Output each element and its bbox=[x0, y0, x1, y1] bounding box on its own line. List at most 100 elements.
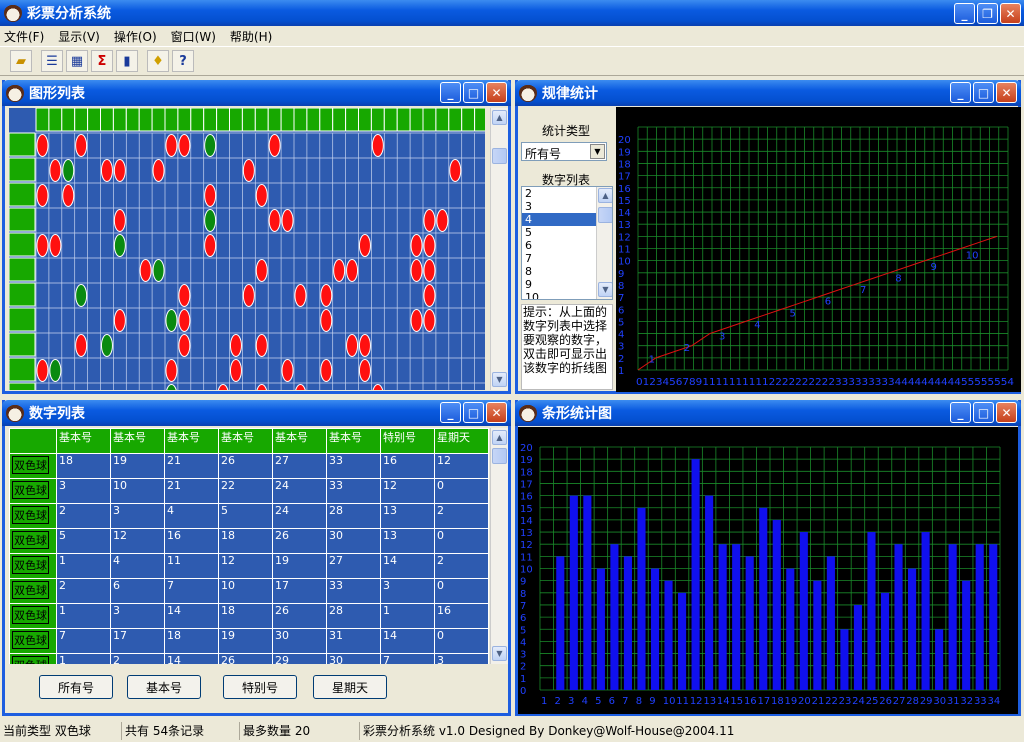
menu-file[interactable]: 文件(F) bbox=[4, 28, 44, 45]
restore-button[interactable]: ❐ bbox=[977, 3, 998, 24]
close-button[interactable]: ✕ bbox=[486, 402, 507, 423]
x-tick-label: 3 bbox=[568, 696, 574, 707]
chevron-down-icon[interactable]: ▼ bbox=[590, 144, 605, 159]
scroll-down-button[interactable]: ▼ bbox=[492, 646, 507, 661]
list-item[interactable]: 7 bbox=[522, 252, 596, 265]
minimize-button[interactable]: _ bbox=[954, 3, 975, 24]
graph-list-titlebar[interactable]: 图形列表 _ □ ✕ bbox=[2, 80, 511, 106]
minimize-button[interactable]: _ bbox=[440, 402, 461, 423]
maximize-button[interactable]: □ bbox=[973, 82, 994, 103]
table-cell: 24 bbox=[272, 503, 327, 529]
header-cell bbox=[474, 108, 485, 132]
menu-view[interactable]: 显示(V) bbox=[58, 28, 100, 45]
table-cell: 26 bbox=[218, 653, 273, 664]
red-ball bbox=[75, 334, 88, 357]
y-tick-label: 2 bbox=[618, 354, 624, 365]
table-row[interactable]: 双色球 121426293073 bbox=[9, 653, 489, 664]
scroll-up-button[interactable]: ▲ bbox=[598, 188, 612, 203]
x-tick-label: 20 bbox=[798, 696, 811, 707]
bar bbox=[732, 544, 741, 690]
number-list-titlebar[interactable]: 数字列表 _ □ ✕ bbox=[2, 400, 511, 426]
menu-help[interactable]: 帮助(H) bbox=[230, 28, 272, 45]
list-item[interactable]: 5 bbox=[522, 226, 596, 239]
menu-action[interactable]: 操作(O) bbox=[114, 28, 157, 45]
scroll-down-button[interactable]: ▼ bbox=[492, 372, 507, 387]
table-cell: 13 bbox=[380, 503, 435, 529]
table-cell: 19 bbox=[110, 453, 165, 479]
bar-chart-icon[interactable]: ▮ bbox=[116, 50, 138, 72]
list-item[interactable]: 4 bbox=[522, 213, 596, 226]
close-button[interactable]: ✕ bbox=[996, 402, 1017, 423]
list-item[interactable]: 6 bbox=[522, 239, 596, 252]
table-cell: 17 bbox=[110, 628, 165, 654]
maximize-button[interactable]: □ bbox=[973, 402, 994, 423]
sunday-button[interactable]: 星期天 bbox=[313, 675, 387, 699]
help-pointer-icon[interactable]: ? bbox=[172, 50, 194, 72]
table-row[interactable]: 双色球 1 3 14 18 26 28 1 16 bbox=[9, 603, 489, 629]
scroll-up-button[interactable]: ▲ bbox=[492, 430, 507, 445]
table-row[interactable]: 双色球 5 12 16 18 26 30 13 0 bbox=[9, 528, 489, 554]
table-row[interactable]: 双色球 2 3 4 5 24 28 13 2 bbox=[9, 503, 489, 529]
minimize-button[interactable]: _ bbox=[950, 402, 971, 423]
list-scrollbar[interactable]: ▲ ▼ bbox=[596, 187, 612, 299]
menu-window[interactable]: 窗口(W) bbox=[171, 28, 216, 45]
y-tick-label: 13 bbox=[520, 528, 533, 539]
minimize-button[interactable]: _ bbox=[950, 82, 971, 103]
list-item[interactable]: 8 bbox=[522, 265, 596, 278]
list-item[interactable]: 9 bbox=[522, 278, 596, 291]
green-ball bbox=[165, 309, 178, 332]
list-item[interactable]: 2 bbox=[522, 187, 596, 200]
list-item[interactable]: 3 bbox=[522, 200, 596, 213]
close-button[interactable]: ✕ bbox=[486, 82, 507, 103]
red-ball bbox=[36, 134, 49, 157]
rule-stats-titlebar[interactable]: 规律统计 _ □ ✕ bbox=[515, 80, 1021, 106]
row-label: 双色球 bbox=[12, 656, 49, 664]
maximize-button[interactable]: □ bbox=[463, 402, 484, 423]
close-button[interactable]: ✕ bbox=[996, 82, 1017, 103]
green-ball bbox=[75, 284, 88, 307]
table-row[interactable]: 双色球 7 17 18 19 30 31 14 0 bbox=[9, 628, 489, 654]
special-number-button[interactable]: 特别号 bbox=[223, 675, 297, 699]
table-row[interactable]: 双色球 3 10 21 22 24 33 12 0 bbox=[9, 478, 489, 504]
scroll-down-button[interactable]: ▼ bbox=[598, 282, 612, 297]
column-header: 基本号 bbox=[56, 428, 111, 454]
close-button[interactable]: ✕ bbox=[1000, 3, 1021, 24]
grid-view-icon[interactable]: ▦ bbox=[66, 50, 88, 72]
list-view-icon[interactable]: ☰ bbox=[41, 50, 63, 72]
x-tick-label: 5 bbox=[595, 696, 601, 707]
bar bbox=[948, 544, 957, 690]
table-cell: 14 bbox=[380, 553, 435, 579]
bar bbox=[596, 568, 605, 690]
scroll-thumb[interactable] bbox=[598, 207, 612, 223]
y-tick-label: 6 bbox=[618, 305, 624, 316]
all-numbers-button[interactable]: 所有号 bbox=[39, 675, 113, 699]
number-list[interactable]: 2 3 4 5 6 7 8 9 10 ▲ ▼ bbox=[521, 186, 613, 300]
scroll-up-button[interactable]: ▲ bbox=[492, 110, 507, 125]
number-table[interactable]: 基本号 基本号 基本号 基本号 基本号 基本号 特别号 星期天 双色球 18 19 21 26 27 33 1… bbox=[9, 428, 489, 664]
table-row[interactable]: 双色球 2 6 7 10 17 33 3 0 bbox=[9, 578, 489, 604]
minimize-button[interactable]: _ bbox=[440, 82, 461, 103]
sum-icon[interactable]: Σ bbox=[91, 50, 113, 72]
vertical-scrollbar[interactable]: ▲ ▼ bbox=[490, 428, 508, 664]
bar bbox=[880, 592, 890, 690]
bar bbox=[623, 556, 632, 690]
table-row[interactable]: 双色球 18 19 21 26 27 33 16 12 bbox=[9, 453, 489, 479]
header-cell bbox=[112, 108, 127, 132]
table-cell: 26 bbox=[272, 603, 327, 629]
maximize-button[interactable]: □ bbox=[463, 82, 484, 103]
table-row[interactable]: 双色球 1 4 11 12 19 27 14 2 bbox=[9, 553, 489, 579]
stat-type-select[interactable]: 所有号 ▼ bbox=[521, 142, 607, 161]
green-ball bbox=[100, 334, 113, 357]
table-cell: 14 bbox=[164, 653, 219, 664]
scroll-thumb[interactable] bbox=[492, 148, 507, 164]
scroll-thumb[interactable] bbox=[492, 448, 507, 464]
bar-chart-titlebar[interactable]: 条形统计图 _ □ ✕ bbox=[515, 400, 1021, 426]
open-folder-icon[interactable]: ▰ bbox=[10, 50, 32, 72]
graph-grid[interactable] bbox=[9, 108, 485, 390]
list-item[interactable]: 10 bbox=[522, 291, 596, 299]
lightbulb-icon[interactable]: ♦ bbox=[147, 50, 169, 72]
basic-numbers-button[interactable]: 基本号 bbox=[127, 675, 201, 699]
vertical-scrollbar[interactable]: ▲ ▼ bbox=[490, 108, 508, 390]
x-tick-label: 14 bbox=[717, 696, 730, 707]
header-cell bbox=[409, 108, 424, 132]
